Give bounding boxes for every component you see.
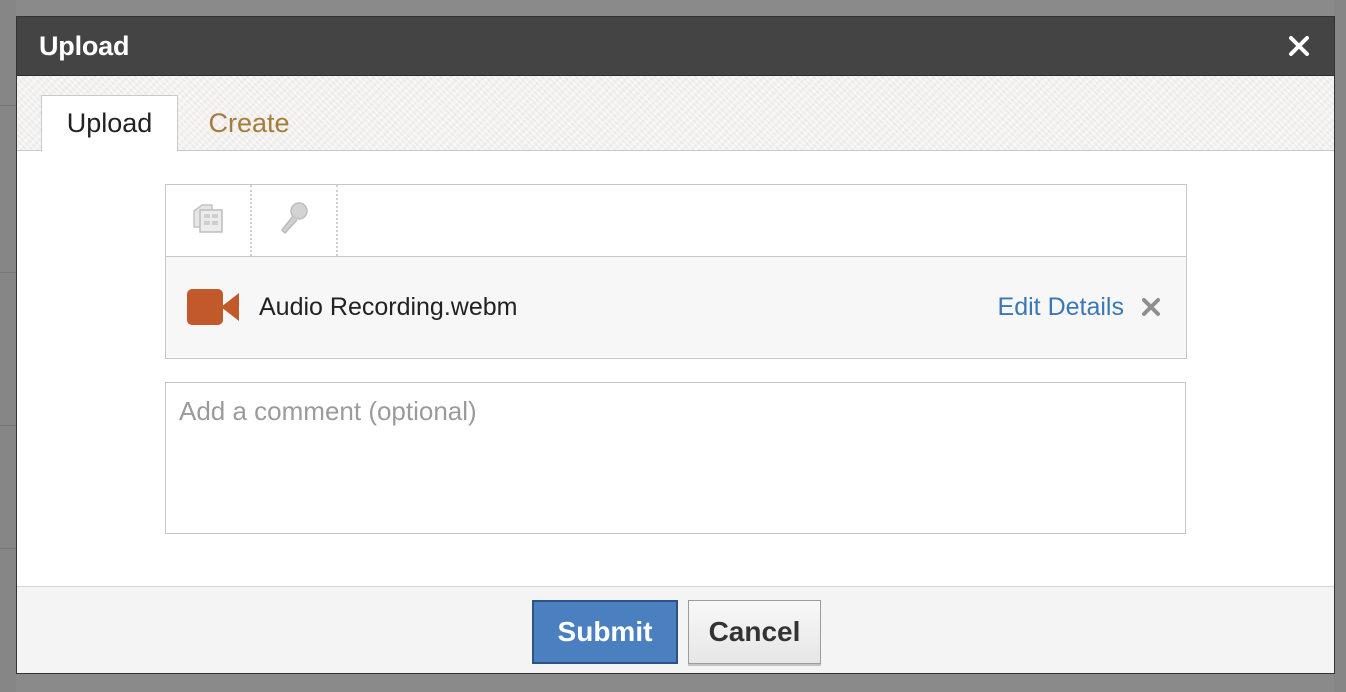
close-icon[interactable] — [1286, 33, 1312, 59]
cancel-button[interactable]: Cancel — [688, 600, 821, 664]
record-audio-button[interactable] — [252, 185, 338, 256]
background-divider — [0, 425, 16, 426]
background-left-edge — [0, 0, 16, 692]
file-row: Audio Recording.webm Edit Details — [166, 257, 1186, 357]
file-browser-button[interactable] — [166, 185, 252, 256]
dialog-titlebar: Upload — [17, 17, 1334, 76]
dialog-footer: Submit Cancel — [17, 586, 1334, 673]
background-divider — [0, 105, 16, 106]
uploader-toolbar — [166, 185, 1186, 257]
background-divider — [0, 548, 16, 549]
submit-button[interactable]: Submit — [532, 600, 678, 664]
dialog-content: Audio Recording.webm Edit Details — [17, 151, 1334, 585]
comment-input[interactable] — [165, 382, 1186, 534]
remove-file-icon[interactable] — [1140, 296, 1162, 318]
file-browser-icon — [190, 201, 226, 240]
tab-create[interactable]: Create — [189, 95, 309, 152]
file-name: Audio Recording.webm — [259, 292, 518, 321]
upload-dialog: Upload Upload Create Audio Recording.web… — [16, 16, 1335, 674]
tab-strip: Upload Create — [17, 76, 1334, 152]
background-right-edge — [1334, 0, 1346, 692]
microphone-icon — [277, 200, 311, 241]
file-uploader: Audio Recording.webm Edit Details — [165, 184, 1187, 359]
dialog-title: Upload — [39, 30, 130, 61]
tab-upload[interactable]: Upload — [41, 95, 178, 152]
video-camera-icon — [187, 287, 239, 327]
edit-details-link[interactable]: Edit Details — [998, 293, 1124, 322]
background-divider — [0, 272, 16, 273]
